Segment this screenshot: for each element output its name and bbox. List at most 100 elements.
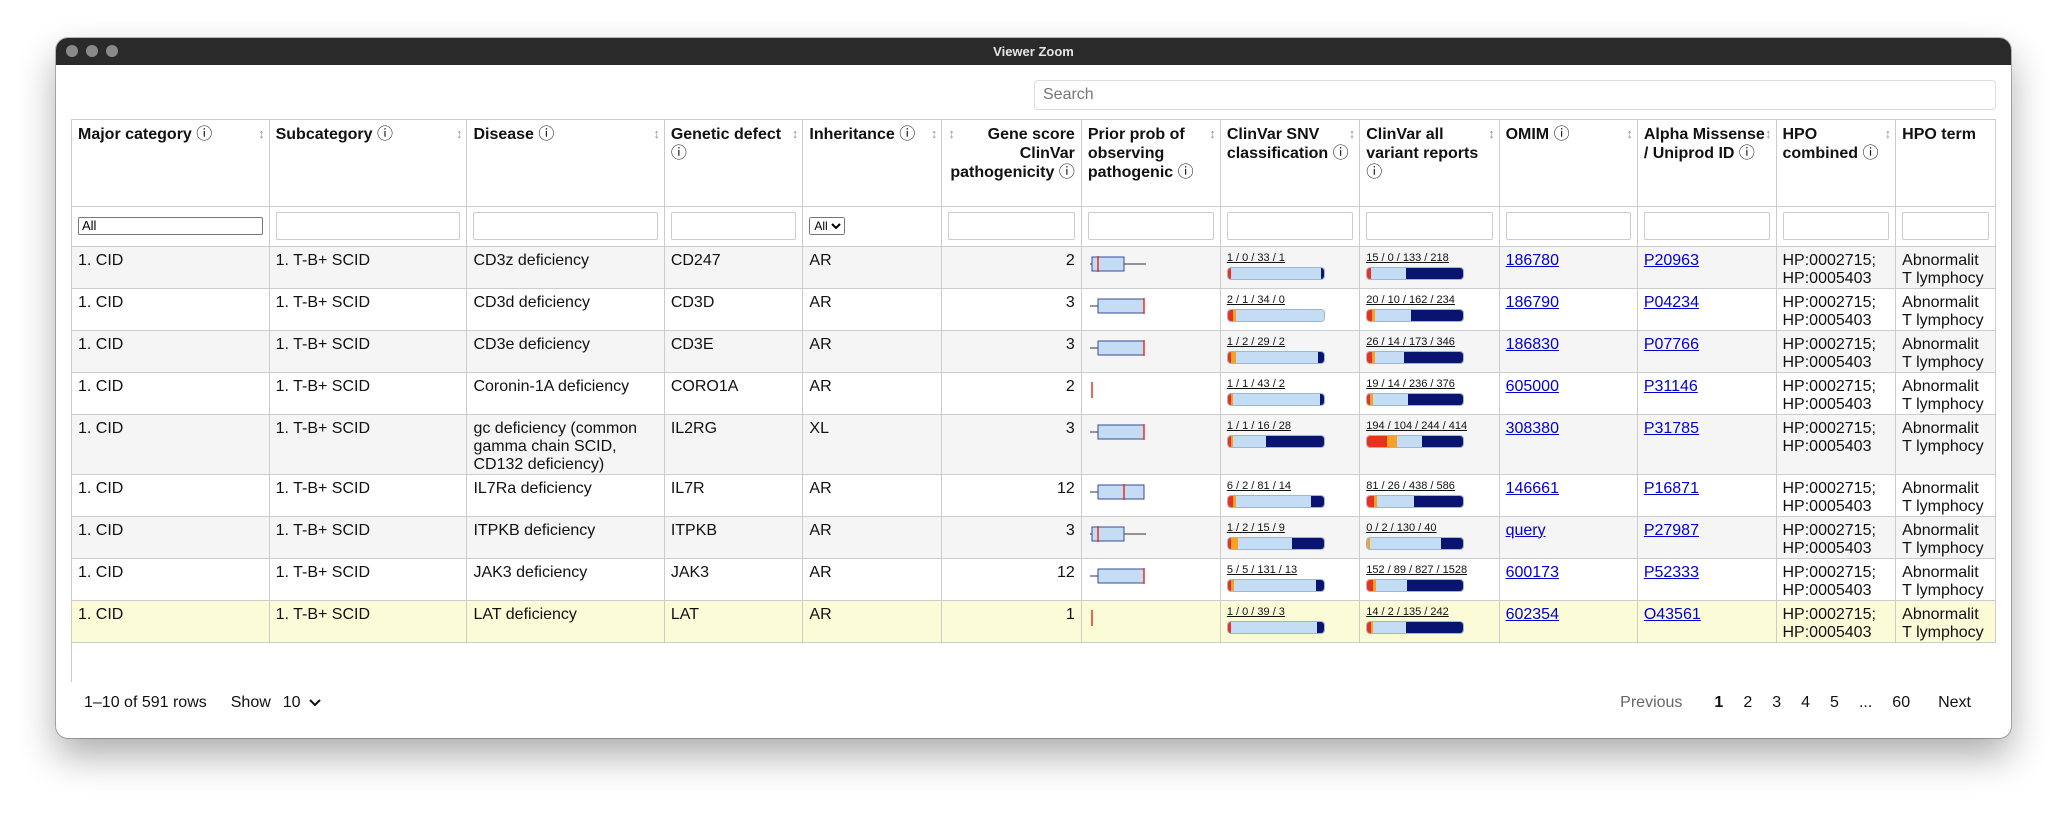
uniprot-link[interactable]: O43561: [1644, 606, 1701, 623]
omim-link[interactable]: 186780: [1506, 252, 1559, 269]
page-1-button[interactable]: 1: [1704, 694, 1733, 712]
clinvar-snv-counts[interactable]: 1 / 1 / 16 / 28: [1227, 420, 1353, 432]
column-filter-input[interactable]: [1366, 212, 1493, 240]
column-header[interactable]: OMIM ⓘ ↕: [1499, 120, 1638, 207]
sort-icon[interactable]: ↕: [258, 124, 264, 143]
table-row[interactable]: 1. CID 1. T-B+ SCID CD3z deficiency CD247 AR…: [72, 246, 1996, 289]
info-icon[interactable]: ⓘ: [1333, 145, 1349, 162]
sort-icon[interactable]: ↕: [1209, 124, 1215, 143]
page-4-button[interactable]: 4: [1791, 694, 1820, 712]
table-row[interactable]: 1. CID 1. T-B+ SCID CD3d deficiency CD3D AR 3…: [72, 288, 1996, 331]
uniprot-link[interactable]: P52333: [1644, 564, 1699, 581]
column-header[interactable]: Inheritance ⓘ ↕: [802, 120, 943, 207]
clinvar-all-counts[interactable]: 194 / 104 / 244 / 414: [1366, 420, 1492, 432]
uniprot-link[interactable]: P04234: [1644, 294, 1699, 311]
clinvar-snv-counts[interactable]: 1 / 2 / 15 / 9: [1227, 522, 1353, 534]
clinvar-all-counts[interactable]: 20 / 10 / 162 / 234: [1366, 294, 1492, 306]
zoom-window-button[interactable]: [106, 45, 118, 57]
page-60-button[interactable]: 60: [1882, 694, 1920, 712]
table-row[interactable]: 1. CID 1. T-B+ SCID LAT deficiency LAT AR 1 1 …: [72, 600, 1996, 643]
omim-link[interactable]: 308380: [1506, 420, 1559, 437]
omim-link[interactable]: 605000: [1506, 378, 1559, 395]
column-filter-input[interactable]: [275, 212, 461, 240]
column-header[interactable]: HPO combined ⓘ ↕: [1776, 120, 1897, 207]
page-size-select[interactable]: 10: [283, 694, 321, 712]
column-filter-input[interactable]: [1505, 212, 1631, 240]
clinvar-all-counts[interactable]: 14 / 2 / 135 / 242: [1366, 606, 1492, 618]
table-row[interactable]: 1. CID 1. T-B+ SCID IL7Ra deficiency IL7R AR…: [72, 474, 1996, 517]
table-row[interactable]: 1. CID 1. T-B+ SCID gc deficiency (common …: [72, 414, 1996, 475]
info-icon[interactable]: ⓘ: [1554, 126, 1570, 143]
sort-icon[interactable]: ↕: [1885, 124, 1891, 143]
page-5-button[interactable]: 5: [1820, 694, 1849, 712]
column-filter-input[interactable]: [1226, 212, 1354, 240]
sort-icon[interactable]: ↕: [1626, 124, 1632, 143]
column-header[interactable]: Subcategory ⓘ ↕: [269, 120, 468, 207]
column-header[interactable]: Alpha Missense / Uniprod ID ⓘ ↕: [1637, 120, 1777, 207]
omim-link[interactable]: 186830: [1506, 336, 1559, 353]
info-icon[interactable]: ⓘ: [377, 126, 393, 143]
previous-page-button[interactable]: Previous: [1610, 694, 1692, 712]
column-header[interactable]: HPO term: [1895, 120, 1996, 207]
sort-icon[interactable]: ↕: [948, 124, 954, 143]
column-filter-input[interactable]: [473, 212, 658, 240]
clinvar-snv-counts[interactable]: 1 / 0 / 33 / 1: [1227, 252, 1353, 264]
omim-link[interactable]: 146661: [1506, 480, 1559, 497]
column-header[interactable]: Genetic defect ⓘ ↕: [664, 120, 804, 207]
column-header[interactable]: Gene score ClinVar pathogenicity ⓘ ↕: [941, 120, 1082, 207]
column-filter-input[interactable]: [1643, 212, 1770, 240]
sort-icon[interactable]: ↕: [653, 124, 659, 143]
clinvar-snv-counts[interactable]: 2 / 1 / 34 / 0: [1227, 294, 1353, 306]
clinvar-snv-counts[interactable]: 5 / 5 / 131 / 13: [1227, 564, 1353, 576]
info-icon[interactable]: ⓘ: [671, 145, 687, 162]
column-header[interactable]: Disease ⓘ ↕: [466, 120, 665, 207]
inheritance-filter-select[interactable]: All: [809, 217, 846, 235]
sort-icon[interactable]: ↕: [1765, 124, 1771, 143]
clinvar-all-counts[interactable]: 19 / 14 / 236 / 376: [1366, 378, 1492, 390]
sort-icon[interactable]: ↕: [1488, 124, 1494, 143]
clinvar-all-counts[interactable]: 26 / 14 / 173 / 346: [1366, 336, 1492, 348]
clinvar-snv-counts[interactable]: 1 / 0 / 39 / 3: [1227, 606, 1353, 618]
info-icon[interactable]: ⓘ: [196, 126, 212, 143]
uniprot-link[interactable]: P27987: [1644, 522, 1699, 539]
clinvar-all-counts[interactable]: 0 / 2 / 130 / 40: [1366, 522, 1492, 534]
major-category-filter[interactable]: [78, 216, 263, 235]
column-filter-input[interactable]: [1782, 212, 1890, 240]
table-row[interactable]: 1. CID 1. T-B+ SCID CD3e deficiency CD3E AR 3…: [72, 330, 1996, 373]
clinvar-snv-counts[interactable]: 6 / 2 / 81 / 14: [1227, 480, 1353, 492]
clinvar-snv-counts[interactable]: 1 / 2 / 29 / 2: [1227, 336, 1353, 348]
column-filter-input[interactable]: [1902, 212, 1989, 240]
column-filter-input[interactable]: [670, 212, 797, 240]
clinvar-all-counts[interactable]: 152 / 89 / 827 / 1528: [1366, 564, 1492, 576]
omim-link[interactable]: 600173: [1506, 564, 1559, 581]
info-icon[interactable]: ⓘ: [538, 126, 554, 143]
uniprot-link[interactable]: P31146: [1644, 378, 1698, 395]
uniprot-link[interactable]: P31785: [1644, 420, 1699, 437]
table-row[interactable]: 1. CID 1. T-B+ SCID ITPKB deficiency ITPKB A…: [72, 516, 1996, 559]
info-icon[interactable]: ⓘ: [899, 126, 915, 143]
table-row[interactable]: 1. CID 1. T-B+ SCID JAK3 deficiency JAK3 AR 1…: [72, 558, 1996, 601]
column-filter-input[interactable]: [948, 212, 1075, 240]
info-icon[interactable]: ⓘ: [1059, 164, 1075, 181]
sort-icon[interactable]: ↕: [1349, 124, 1355, 143]
page-3-button[interactable]: 3: [1762, 694, 1791, 712]
omim-link[interactable]: 602354: [1506, 606, 1559, 623]
clinvar-all-counts[interactable]: 15 / 0 / 133 / 218: [1366, 252, 1492, 264]
info-icon[interactable]: ⓘ: [1366, 164, 1382, 181]
sort-icon[interactable]: ↕: [456, 124, 462, 143]
info-icon[interactable]: ⓘ: [1739, 145, 1755, 162]
column-header[interactable]: ClinVar all variant reports ⓘ ↕: [1359, 120, 1500, 207]
uniprot-link[interactable]: P16871: [1644, 480, 1699, 497]
uniprot-link[interactable]: P20963: [1644, 252, 1699, 269]
info-icon[interactable]: ⓘ: [1863, 145, 1879, 162]
clinvar-snv-counts[interactable]: 1 / 1 / 43 / 2: [1227, 378, 1353, 390]
page-2-button[interactable]: 2: [1733, 694, 1762, 712]
info-icon[interactable]: ⓘ: [1178, 164, 1194, 181]
column-header[interactable]: ClinVar SNV classification ⓘ ↕: [1220, 120, 1361, 207]
column-header[interactable]: Prior prob of observing pathogenic ⓘ ↕: [1081, 120, 1221, 207]
column-header[interactable]: Major category ⓘ ↕: [72, 120, 270, 207]
table-row[interactable]: 1. CID 1. T-B+ SCID Coronin-1A deficiency C…: [72, 372, 1996, 415]
close-window-button[interactable]: [66, 45, 78, 57]
omim-link[interactable]: query: [1506, 522, 1546, 539]
clinvar-all-counts[interactable]: 81 / 26 / 438 / 586: [1366, 480, 1492, 492]
